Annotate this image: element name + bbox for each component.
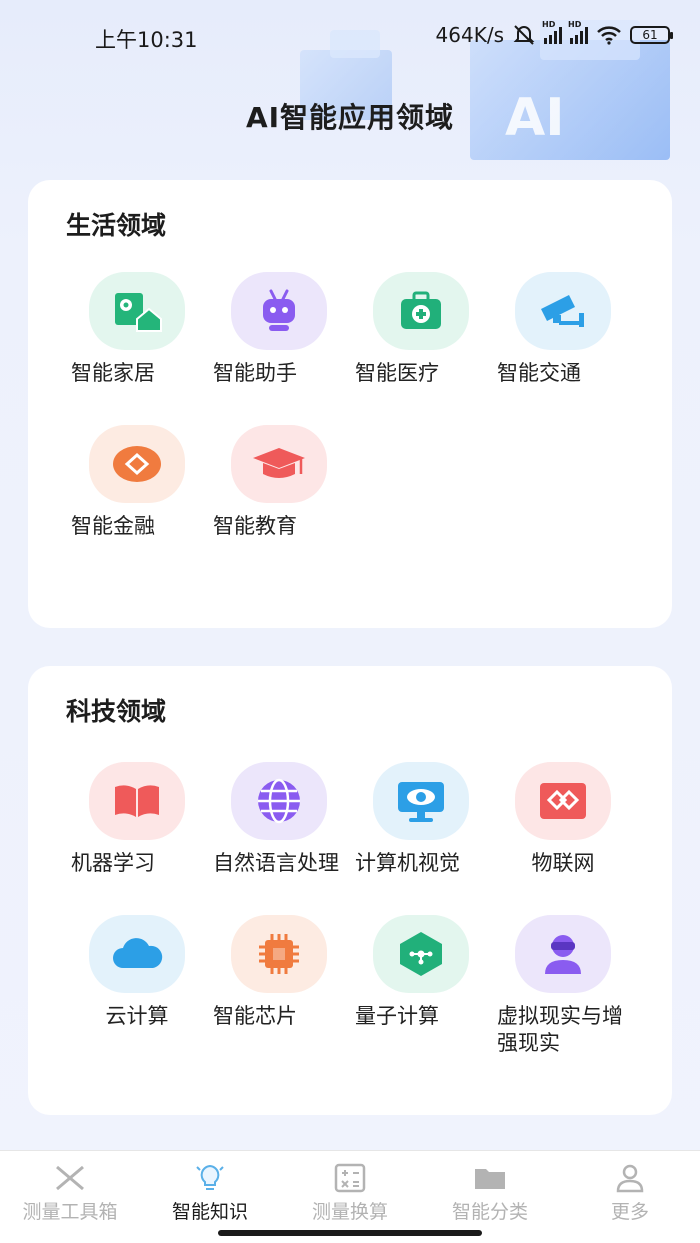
icon-container — [373, 915, 469, 993]
iot-link-icon — [540, 783, 586, 819]
grid-item-smart-education[interactable]: 智能教育 — [208, 425, 350, 540]
mute-icon — [513, 25, 535, 45]
vr-user-icon — [545, 935, 581, 974]
item-label: 云计算 — [105, 1004, 169, 1028]
icon-container — [231, 915, 327, 993]
status-time: 上午10:31 — [95, 28, 198, 52]
grid-item-smart-home[interactable]: 智能家居 — [66, 272, 208, 387]
life-domain-grid: 智能家居 智能助手 智能医疗 智能交通 智能金融 智能教育 — [66, 272, 646, 540]
cloud-icon — [113, 938, 163, 968]
ruler-pencil-icon — [56, 1165, 84, 1191]
grid-item-smart-finance[interactable]: 智能金融 — [66, 425, 208, 540]
nav-label: 测量换算 — [311, 1201, 388, 1223]
traffic-camera-icon — [541, 295, 584, 327]
battery-level: 61 — [642, 28, 658, 42]
grid-item-smart-assistant[interactable]: 智能助手 — [208, 272, 350, 387]
grid-item-quantum[interactable]: 量子计算 — [350, 915, 492, 1057]
finance-diamond-icon — [113, 446, 161, 482]
icon-container — [373, 762, 469, 840]
icon-container — [89, 915, 185, 993]
grid-item-smart-medical[interactable]: 智能医疗 — [350, 272, 492, 387]
book-icon — [115, 785, 159, 817]
person-icon — [616, 1164, 644, 1193]
item-label: 智能教育 — [213, 514, 297, 538]
calculator-icon — [334, 1163, 366, 1193]
medical-kit-icon — [401, 291, 441, 329]
tech-domain-grid: 机器学习 自然语言处理 计算机视觉 物联网 云计算 智能芯片 量子计算 虚拟现实… — [66, 762, 646, 1057]
item-label: 智能交通 — [497, 361, 581, 385]
grid-item-iot[interactable]: 物联网 — [492, 762, 634, 877]
signal-1-icon: HD — [542, 20, 562, 44]
monitor-eye-icon — [398, 782, 444, 822]
status-icons: 464K/s HD HD 61 — [435, 20, 673, 48]
lightbulb-icon — [196, 1164, 224, 1190]
item-label: 智能助手 — [213, 361, 297, 385]
nav-label: 测量工具箱 — [22, 1201, 118, 1223]
item-label: 机器学习 — [71, 851, 155, 875]
icon-container — [231, 425, 327, 503]
icon-container — [515, 272, 611, 350]
globe-icon — [258, 778, 300, 824]
graduation-cap-icon — [253, 448, 305, 478]
icon-container — [231, 762, 327, 840]
smart-home-icon — [115, 293, 162, 332]
icon-container — [231, 272, 327, 350]
item-label: 智能芯片 — [213, 1004, 297, 1028]
grid-item-nlp[interactable]: 自然语言处理 — [208, 762, 350, 877]
grid-item-vr-ar[interactable]: 虚拟现实与增强现实 — [492, 915, 634, 1057]
icon-container — [89, 425, 185, 503]
status-bar: 上午10:31 464K/s HD HD 61 — [0, 0, 700, 70]
nav-label: 智能知识 — [171, 1201, 248, 1223]
item-label: 计算机视觉 — [355, 851, 460, 875]
folder-icon — [475, 1169, 505, 1189]
signal-2-icon: HD — [568, 20, 588, 44]
nav-label: 智能分类 — [451, 1201, 528, 1223]
grid-item-smart-chip[interactable]: 智能芯片 — [208, 915, 350, 1057]
robot-icon — [263, 289, 295, 331]
icon-container — [515, 915, 611, 993]
network-speed: 464K/s — [435, 23, 504, 47]
life-domain-card: 生活领域 智能家居 智能助手 智能医疗 智能交通 智能金融 智能教育 — [28, 180, 672, 628]
nav-tab-measure-tools[interactable]: 测量工具箱 — [0, 1151, 140, 1243]
grid-item-cloud-computing[interactable]: 云计算 — [66, 915, 208, 1057]
icon-container — [89, 272, 185, 350]
item-label: 智能家居 — [71, 361, 155, 385]
icon-container — [89, 762, 185, 840]
item-label: 物联网 — [531, 851, 595, 875]
grid-item-smart-traffic[interactable]: 智能交通 — [492, 272, 634, 387]
item-label: 量子计算 — [355, 1004, 439, 1028]
chip-icon — [259, 934, 299, 974]
nav-label: 更多 — [610, 1201, 649, 1223]
section-title: 生活领域 — [66, 211, 167, 240]
home-indicator[interactable] — [218, 1230, 482, 1236]
item-label: 自然语言处理 — [213, 851, 339, 875]
item-label: 智能医疗 — [355, 361, 439, 385]
battery-icon: 61 — [630, 26, 673, 44]
page-title: AI智能应用领域 — [245, 101, 455, 134]
grid-item-machine-learning[interactable]: 机器学习 — [66, 762, 208, 877]
grid-item-computer-vision[interactable]: 计算机视觉 — [350, 762, 492, 877]
section-title: 科技领域 — [66, 697, 167, 726]
icon-container — [515, 762, 611, 840]
item-label: 智能金融 — [71, 514, 155, 538]
wifi-icon — [597, 26, 621, 45]
quantum-icon — [400, 932, 442, 976]
icon-container — [373, 272, 469, 350]
item-label: 虚拟现实与增强现实 — [497, 1004, 623, 1055]
nav-tab-more[interactable]: 更多 — [560, 1151, 700, 1243]
tech-domain-card: 科技领域 机器学习 自然语言处理 计算机视觉 物联网 云计算 智能芯片 量子计算… — [28, 666, 672, 1115]
